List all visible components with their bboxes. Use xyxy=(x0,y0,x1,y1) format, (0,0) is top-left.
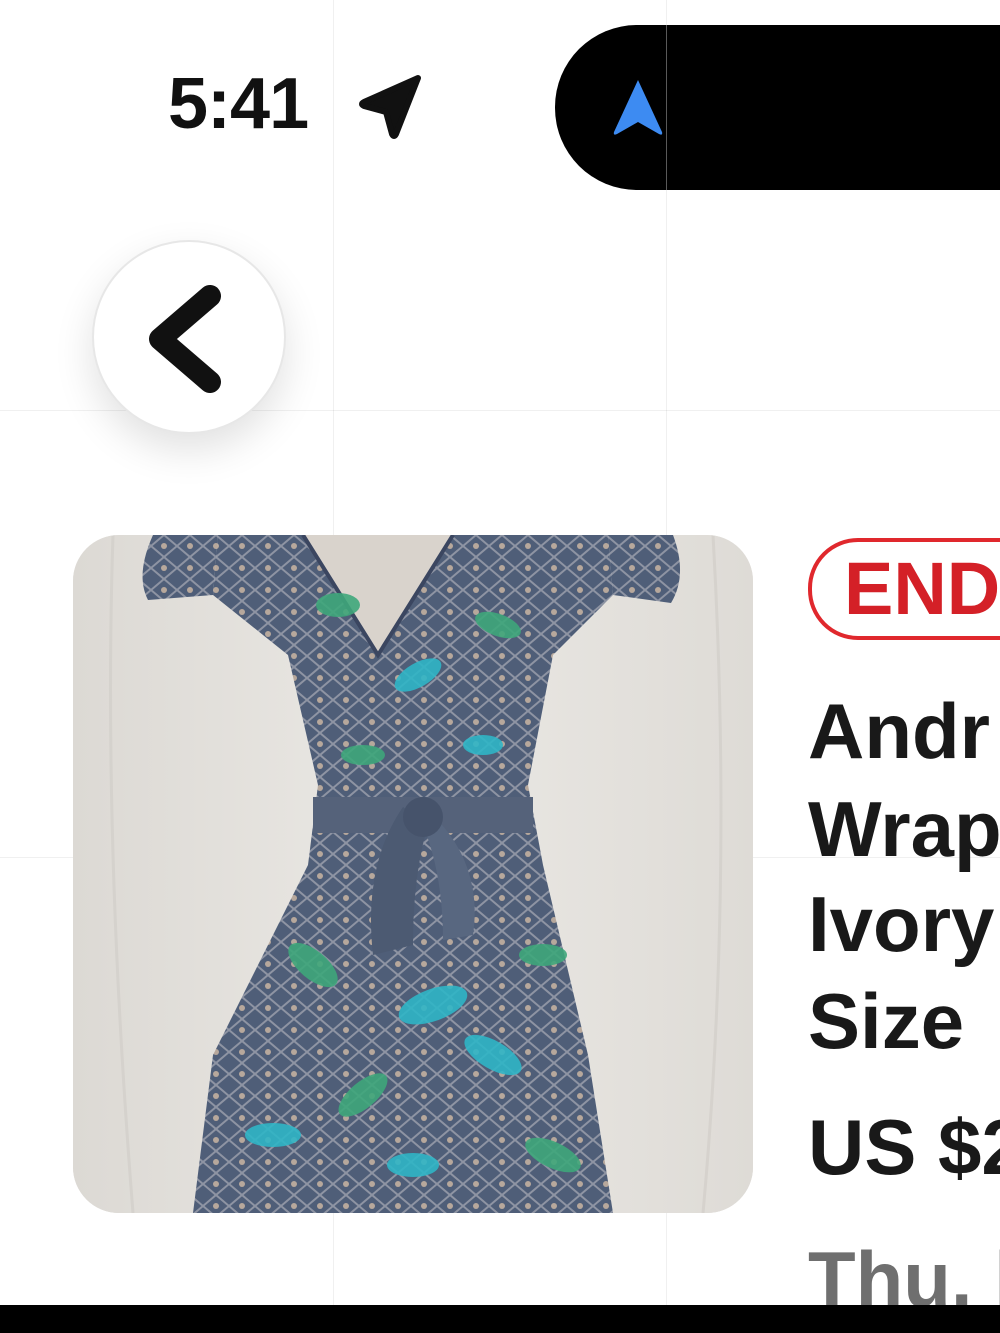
listing-title-line-1[interactable]: Andr xyxy=(808,692,990,770)
listing-title-line-3[interactable]: Ivory xyxy=(808,885,994,963)
product-image[interactable] xyxy=(73,535,753,1213)
location-arrow-icon xyxy=(359,75,421,139)
status-time: 5:41 xyxy=(168,64,309,144)
listing-price: US $2 xyxy=(808,1103,1000,1191)
island-divider xyxy=(666,25,667,190)
back-button[interactable] xyxy=(92,240,286,434)
listing-title-line-2[interactable]: Wrap xyxy=(808,790,1000,868)
navigation-arrow-icon xyxy=(613,80,663,135)
listing-title-line-4[interactable]: Size xyxy=(808,982,964,1060)
listing-screen: 5:41 END Andr Wrap Ivory Size US $ Thu. … xyxy=(0,0,1000,1333)
bottom-edge-bar xyxy=(0,1305,1000,1333)
dress-photo xyxy=(73,535,753,1213)
chevron-left-icon xyxy=(149,285,221,393)
status-badge: END xyxy=(808,538,1000,640)
